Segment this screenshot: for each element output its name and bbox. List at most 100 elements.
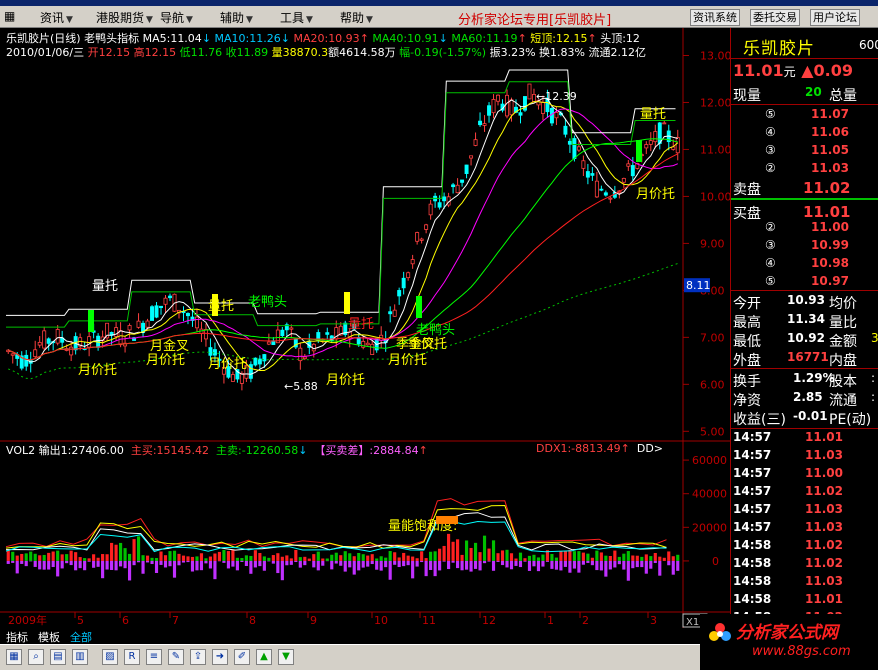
ask-row-cell: 11.06 <box>811 125 849 139</box>
candle <box>334 320 339 348</box>
tab-template[interactable]: 模板 <box>38 629 60 645</box>
candle <box>325 327 330 340</box>
menu-gongju[interactable]: 工具 ▼ <box>280 9 313 26</box>
ddx-bar <box>406 560 410 566</box>
bid-ask-divider <box>731 198 878 200</box>
zoom-icon[interactable]: ⌕ <box>28 649 44 665</box>
volume-bar <box>330 554 334 561</box>
volume-bar <box>60 554 64 561</box>
kline-chart[interactable]: 13.0012.0011.0010.009.008.007.006.005.00… <box>0 28 730 628</box>
ddx-bar <box>649 560 653 569</box>
volume-bar <box>550 553 554 561</box>
export-icon[interactable]: ▤ <box>50 649 66 665</box>
ddx-bar <box>523 560 527 562</box>
tools-icon[interactable]: ✎ <box>168 649 184 665</box>
stat2-row-cell: 换手 <box>733 374 761 390</box>
ddx-bar <box>20 560 24 564</box>
ask-row: ⑤ 11.07 <box>731 107 878 125</box>
menu-daohang[interactable]: 导航 ▼ <box>160 9 193 26</box>
volume-bar <box>231 549 235 561</box>
candle-body <box>549 107 554 124</box>
ddx-bar <box>298 560 302 568</box>
stat-row-cell: 16771 <box>787 350 829 364</box>
candle <box>469 155 474 166</box>
flower-icon <box>709 623 731 641</box>
candle-body <box>302 356 307 360</box>
volume-bar <box>586 553 590 561</box>
current-price: 11.01元 ▲0.09 <box>733 61 853 80</box>
volume-bar <box>348 553 352 561</box>
tab-indicator[interactable]: 指标 <box>6 629 28 645</box>
ddx-bar <box>505 560 509 568</box>
tick-row: 14:57 11.03 <box>731 448 878 466</box>
candle <box>496 94 500 106</box>
forum-stock-label: [乐凯胶片] <box>549 13 612 28</box>
candle-body <box>527 83 532 100</box>
divider <box>731 104 878 105</box>
volume-bar <box>366 555 370 561</box>
volume-bar <box>123 548 127 561</box>
candle-body <box>442 196 447 202</box>
down-icon[interactable]: ▼ <box>278 649 294 665</box>
candle <box>154 301 159 319</box>
ddx-bar <box>631 560 635 569</box>
pen-icon[interactable]: ✐ <box>234 649 250 665</box>
stat-row-cell: 最高 <box>733 315 761 331</box>
chart-icon[interactable]: ▦ <box>6 649 22 665</box>
ddx-bar <box>334 560 338 564</box>
tab-all[interactable]: 全部 <box>70 629 92 645</box>
volume-bar <box>554 557 559 561</box>
quote-panel: 乐凯胶片 600 11.01元 ▲0.09 现量 20 总量 ⑤11.07④11… <box>730 28 878 640</box>
volume-bar <box>518 552 523 561</box>
menu-ganggu[interactable]: 港股期货 ▼ <box>96 9 153 26</box>
menu-zixun[interactable]: 资讯 ▼ <box>40 9 73 26</box>
list-icon[interactable]: ≡ <box>146 649 162 665</box>
ddx-bar <box>482 560 487 564</box>
candle-body <box>194 316 199 329</box>
info-system-button[interactable]: 资讯系统 <box>690 9 740 26</box>
menu-bangzhu-label: 帮助 <box>340 11 365 25</box>
ddx-bar <box>60 560 64 569</box>
ask-row: ④ 11.06 <box>731 125 878 143</box>
ddx-bar <box>536 560 541 572</box>
rsi-icon[interactable]: R <box>124 649 140 665</box>
candle <box>168 293 172 302</box>
bar-icon[interactable]: ▨ <box>102 649 118 665</box>
chevron-down-icon: ▼ <box>366 15 373 25</box>
volume-bar <box>604 555 608 561</box>
forum-button[interactable]: 用户论坛 <box>810 9 860 26</box>
dd-more-button[interactable]: DD> <box>637 442 663 455</box>
candle <box>599 185 604 192</box>
ddx-bar <box>415 560 419 567</box>
grid-icon[interactable]: ▥ <box>72 649 88 665</box>
ddx-bar <box>402 560 406 567</box>
candle <box>194 308 199 332</box>
stat-row: 外盘 16771 内盘 <box>731 350 878 369</box>
edit-icon[interactable]: ⇪ <box>190 649 206 665</box>
volume-bar <box>47 552 51 561</box>
stat2-row-cell: 2.85 <box>793 390 823 404</box>
up-icon[interactable]: ▲ <box>256 649 272 665</box>
volume-bar <box>563 550 567 561</box>
volume-bar <box>280 556 284 561</box>
bar-open: 开12.15 <box>87 46 131 59</box>
volume-bar <box>631 555 635 561</box>
volume-bar <box>635 555 639 561</box>
ddx-bar <box>491 560 496 571</box>
app-icon[interactable]: ▦ <box>4 9 15 23</box>
ddx-bar <box>244 560 248 566</box>
menu-fuzhu[interactable]: 辅助 ▼ <box>220 9 253 26</box>
annotation-label: 月价托 <box>78 363 117 378</box>
buy-sell-diff: 【买卖差】:2884.84 <box>314 444 419 457</box>
menu-bangzhu[interactable]: 帮助 ▼ <box>340 9 373 26</box>
candle-body <box>554 112 559 119</box>
stat-row: 最低 10.92 金额 3 <box>731 331 878 350</box>
candle <box>648 132 653 152</box>
link-icon[interactable]: ➜ <box>212 649 228 665</box>
ddx-bar <box>271 560 275 564</box>
candle-body <box>460 179 465 183</box>
ddx-bar <box>393 560 397 565</box>
ddx-bar <box>213 560 217 580</box>
stat-row-cell: 3 <box>871 331 878 345</box>
trade-button[interactable]: 委托交易 <box>750 9 800 26</box>
